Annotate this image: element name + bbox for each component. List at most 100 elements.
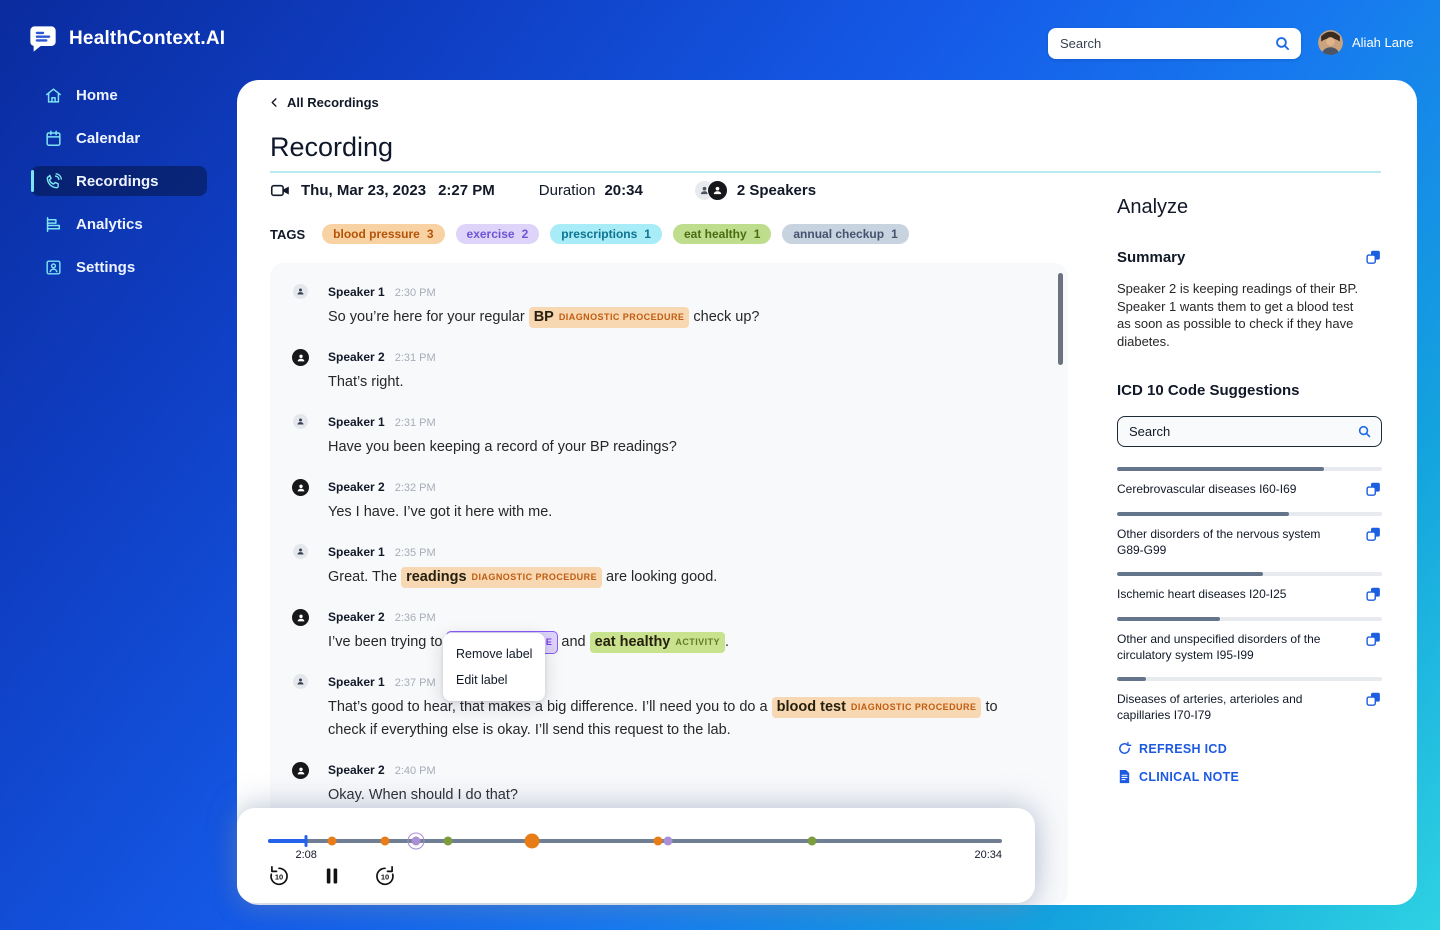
global-search-input[interactable]: [1060, 36, 1274, 51]
entity-chip-readings[interactable]: readings DIAGNOSTIC PROCEDURE: [401, 567, 603, 588]
message-text: That’s right.: [328, 374, 404, 390]
icd-search-input[interactable]: [1129, 424, 1357, 439]
brand-name: HealthContext.AI: [69, 28, 226, 49]
tag-label: annual checkup: [793, 227, 885, 241]
speaker-1-avatar: [293, 284, 308, 299]
page-title: Recording: [270, 132, 394, 162]
entity-chip-eat-healthy[interactable]: eat healthy ACTIVITY: [589, 632, 725, 653]
copy-icd-icon[interactable]: [1365, 481, 1382, 498]
copy-icd-icon[interactable]: [1365, 586, 1382, 603]
copy-summary-icon[interactable]: [1365, 249, 1382, 266]
menu-item-edit-label[interactable]: Edit label: [456, 667, 532, 693]
speakers-count: 2 Speakers: [736, 182, 817, 199]
sidebar-item-analytics[interactable]: Analytics: [31, 209, 207, 239]
copy-icd-icon[interactable]: [1365, 631, 1382, 648]
refresh-icd-button[interactable]: REFRESH ICD: [1117, 741, 1382, 756]
message-speaker: Speaker 2: [328, 763, 385, 777]
timeline[interactable]: 2:08 20:34: [268, 832, 1002, 861]
icd-search[interactable]: [1117, 416, 1382, 447]
transcript-message: Speaker 2 2:32 PM Yes I have. I’ve got i…: [270, 479, 1068, 524]
sidebar-item-recordings[interactable]: Recordings: [31, 166, 207, 196]
timeline-marker[interactable]: [380, 836, 390, 846]
tag-label: blood pressure: [333, 227, 420, 241]
transcript-message: Speaker 1 2:35 PM Great. The readings DIA…: [270, 544, 1068, 589]
copy-icd-icon[interactable]: [1365, 691, 1382, 708]
message-time: 2:31 PM: [394, 417, 436, 429]
pause-icon: [320, 864, 344, 888]
user-menu[interactable]: Aliah Lane: [1318, 30, 1413, 55]
menu-item-remove-label[interactable]: Remove label: [456, 641, 532, 667]
message-time: 2:32 PM: [394, 482, 436, 494]
timeline-marker[interactable]: [663, 836, 673, 846]
timeline-track[interactable]: [268, 839, 1002, 843]
icd-suggestions-list: Cerebrovascular diseases I60-I69 Other d…: [1117, 467, 1382, 723]
timeline-marker[interactable]: [443, 836, 453, 846]
refresh-icon: [1117, 741, 1132, 756]
summary-header: Summary: [1117, 249, 1382, 266]
search-icon[interactable]: [1274, 35, 1291, 52]
confidence-bar: [1117, 677, 1382, 681]
rewind-10-button[interactable]: 10: [267, 864, 291, 888]
icd-suggestion: Cerebrovascular diseases I60-I69: [1117, 467, 1382, 498]
breadcrumb[interactable]: All Recordings: [269, 95, 379, 110]
entity-term: BP: [533, 309, 554, 325]
sidebar-item-settings[interactable]: Settings: [31, 252, 207, 282]
refresh-icd-label: REFRESH ICD: [1139, 741, 1228, 756]
speaker-1-avatar: [293, 544, 308, 559]
avatar[interactable]: [1318, 30, 1343, 55]
clinical-note-button[interactable]: CLINICAL NOTE: [1117, 769, 1382, 784]
timeline-marker[interactable]: [407, 832, 425, 850]
copy-icd-icon[interactable]: [1365, 526, 1382, 543]
app-window: HealthContext.AI Aliah Lane Home Calenda…: [0, 0, 1440, 930]
sidebar-item-calendar[interactable]: Calendar: [31, 123, 207, 153]
tag-count: 3: [426, 227, 434, 241]
timeline-marker[interactable]: [653, 836, 663, 846]
audio-player: 2:08 20:34 10 10: [237, 808, 1035, 903]
clinical-note-label: CLINICAL NOTE: [1139, 769, 1240, 784]
recording-time: 2:27 PM: [438, 182, 495, 199]
message-text: So you’re here for your regular BP DIAGNO…: [328, 306, 1022, 329]
transcript-message: Speaker 1 2:37 PM That’s good to hear, t…: [270, 674, 1068, 742]
tags-label: TAGS: [270, 226, 306, 242]
confidence-bar: [1117, 617, 1382, 621]
tag-annual-checkup[interactable]: annual checkup 1: [782, 224, 909, 244]
icd-suggestion-name: Diseases of arteries, arterioles and cap…: [1117, 692, 1303, 722]
main-card: All Recordings Recording Thu, Mar 23, 20…: [237, 80, 1417, 905]
analyze-title: Analyze: [1117, 196, 1189, 218]
timeline-marker[interactable]: [807, 836, 817, 846]
message-speaker: Speaker 1: [328, 285, 385, 299]
message-speaker: Speaker 1: [328, 415, 385, 429]
speaker-2-avatar: [292, 762, 309, 779]
tag-count: 2: [521, 227, 529, 241]
title-divider: [270, 171, 1381, 173]
global-search[interactable]: [1048, 28, 1301, 59]
pause-button[interactable]: [320, 864, 344, 888]
transcript-message: Speaker 2 2:36 PM I’ve been trying to st…: [270, 609, 1068, 654]
speaker-2-avatar: [292, 479, 309, 496]
sidebar-item-home[interactable]: Home: [31, 80, 207, 110]
icd-search-icon[interactable]: [1357, 424, 1372, 439]
message-time: 2:40 PM: [394, 765, 436, 777]
message-time: 2:31 PM: [394, 352, 436, 364]
speaker-1-avatar: [293, 674, 308, 689]
entity-type-label: DIAGNOSTIC PROCEDURE: [558, 311, 685, 322]
transcript-scrollbar[interactable]: [1058, 273, 1063, 365]
timeline-marker[interactable]: [327, 836, 337, 846]
forward-10-button[interactable]: 10: [373, 864, 397, 888]
icd-suggestion-name: Other disorders of the nervous system G8…: [1117, 527, 1321, 557]
tag-eat-healthy[interactable]: eat healthy 1: [672, 224, 772, 244]
entity-chip-BP[interactable]: BP DIAGNOSTIC PROCEDURE: [528, 307, 690, 328]
tag-prescriptions[interactable]: prescriptions 1: [550, 224, 662, 244]
icd-suggestion-name: Cerebrovascular diseases I60-I69: [1117, 482, 1297, 496]
tag-blood-pressure[interactable]: blood pressure 3: [322, 224, 445, 244]
icd-suggestion-name: Ischemic heart diseases I20-I25: [1117, 587, 1287, 601]
playhead[interactable]: [304, 835, 308, 847]
analytics-icon: [44, 215, 63, 234]
entity-chip-blood-test[interactable]: blood test DIAGNOSTIC PROCEDURE: [771, 697, 982, 718]
speaker-1-avatar: [293, 414, 308, 429]
timeline-marker[interactable]: [524, 833, 540, 849]
current-time: 2:08: [295, 849, 317, 861]
icd-suggestion: Other and unspecified disorders of the c…: [1117, 617, 1382, 663]
message-speaker: Speaker 1: [328, 545, 385, 559]
tag-exercise[interactable]: exercise 2: [455, 224, 540, 244]
